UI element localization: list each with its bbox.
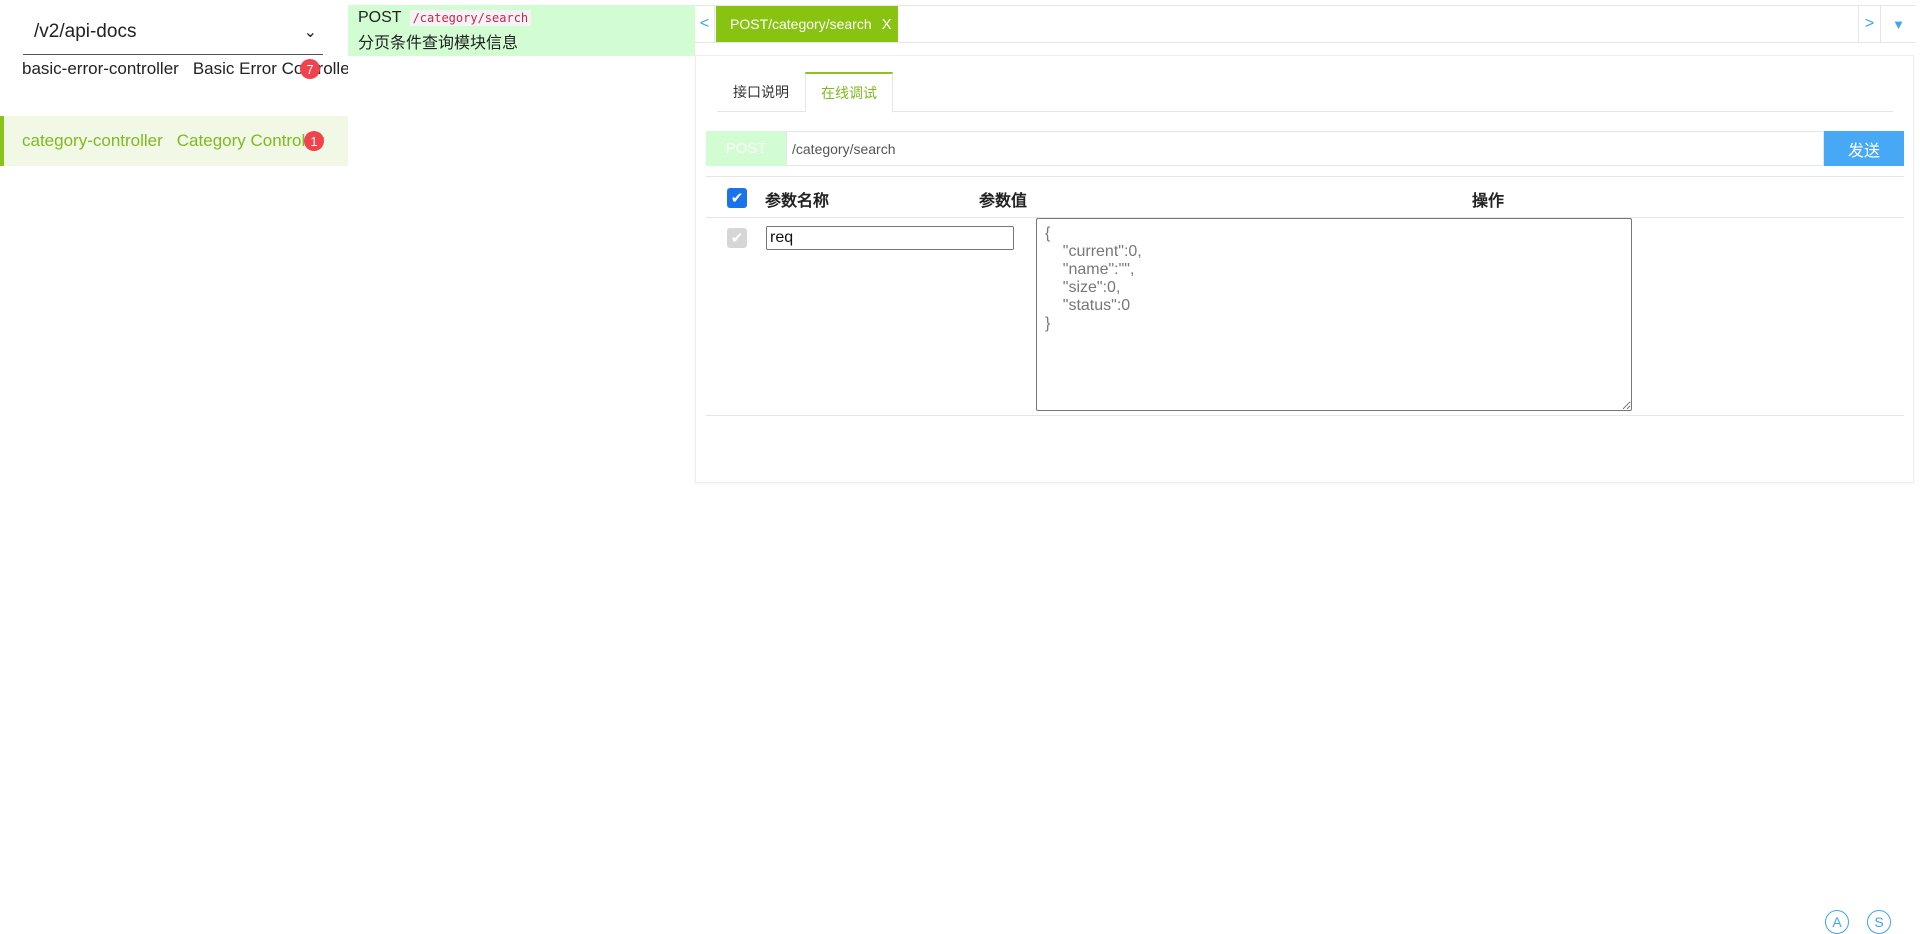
a-circle-icon[interactable]: A (1825, 910, 1849, 934)
column-header-actions: 操作 (1472, 187, 1504, 211)
count-badge: 1 (304, 131, 324, 151)
column-header-param-name: 参数名称 (765, 187, 829, 211)
chevron-down-icon: ⌄ (304, 22, 317, 42)
content-area: < POST/category/search X > ▼ 接口说明 在线调试 P… (695, 0, 1920, 928)
open-tab-label: POST/category/search (730, 16, 872, 32)
controller-description: Basic Error Controller (193, 59, 348, 79)
tab-scroll-right-button[interactable]: > (1858, 6, 1880, 42)
request-url-input[interactable] (786, 131, 1824, 166)
table-row: ✔ { "current":0, "name":"", "size":0, "s… (706, 218, 1904, 416)
count-badge: 7 (300, 59, 320, 79)
s-circle-icon[interactable]: S (1867, 910, 1891, 934)
api-item-header: POST /category/search (358, 9, 685, 27)
close-tab-button[interactable]: X (882, 16, 892, 33)
controller-name: category-controller (22, 131, 163, 151)
check-icon: ✔ (731, 189, 744, 207)
tab-menu-dropdown-button[interactable]: ▼ (1880, 6, 1916, 42)
api-path: /category/search (410, 10, 532, 26)
param-name-input[interactable] (766, 226, 1014, 250)
tab-online-debug[interactable]: 在线调试 (805, 72, 893, 113)
api-summary: 分页条件查询模块信息 (358, 29, 685, 53)
tab-scroll-left-button[interactable]: < (695, 6, 715, 42)
params-table-header: ✔ 参数名称 参数值 操作 (706, 177, 1904, 218)
controller-name: basic-error-controller (22, 59, 179, 79)
param-value-textarea[interactable]: { "current":0, "name":"", "size":0, "sta… (1036, 218, 1632, 411)
params-table: ✔ 参数名称 参数值 操作 ✔ { "current":0, "name":""… (706, 176, 1904, 416)
sub-tabs: 接口说明 在线调试 (717, 72, 1893, 112)
tab-post-category-search[interactable]: POST/category/search X (716, 6, 898, 42)
sidebar-item-basic-error-controller[interactable]: basic-error-controller Basic Error Contr… (0, 44, 348, 94)
select-all-checkbox[interactable]: ✔ (727, 188, 747, 208)
api-method: POST (358, 9, 402, 27)
row-checkbox[interactable]: ✔ (727, 228, 747, 248)
request-method: POST (706, 131, 786, 166)
api-docs-select-value: /v2/api-docs (34, 21, 136, 43)
api-item-category-search[interactable]: POST /category/search 分页条件查询模块信息 (348, 5, 695, 56)
controller-description: Category Controller (177, 131, 324, 151)
column-header-param-value: 参数值 (979, 187, 1027, 211)
send-button[interactable]: 发送 (1824, 131, 1904, 166)
check-icon: ✔ (731, 229, 744, 247)
sidebar: /v2/api-docs ⌄ basic-error-controller Ba… (0, 0, 348, 928)
sidebar-item-category-controller[interactable]: category-controller Category Controller … (0, 116, 348, 166)
tab-api-description[interactable]: 接口说明 (717, 72, 805, 112)
request-bar: POST 发送 (706, 131, 1904, 166)
open-tabs-bar: < POST/category/search X > ▼ (695, 5, 1916, 43)
footer-icons: A S (1825, 910, 1891, 934)
debug-panel: 接口说明 在线调试 POST 发送 ✔ 参数名称 参数值 操作 ✔ { (695, 55, 1914, 483)
api-list: POST /category/search 分页条件查询模块信息 (348, 0, 695, 928)
